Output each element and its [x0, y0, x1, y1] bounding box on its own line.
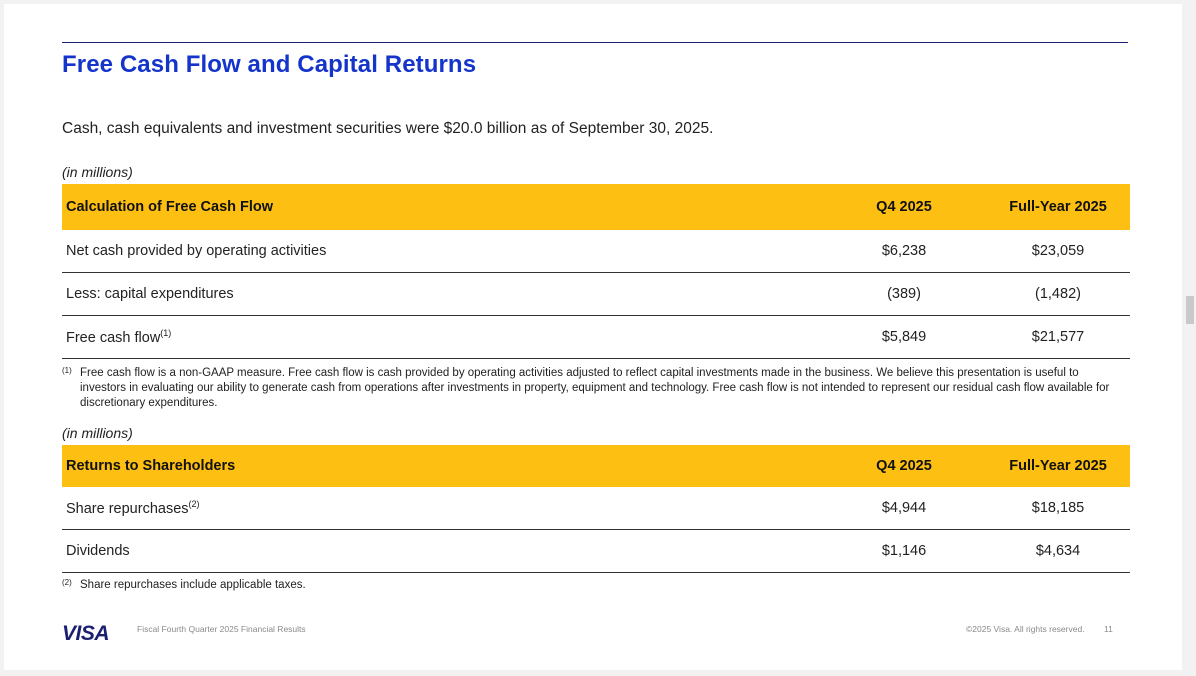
row-fy-value: $18,185 — [1031, 500, 1085, 516]
row-q4-value: $1,146 — [881, 543, 927, 559]
page-title: Free Cash Flow and Capital Returns — [62, 51, 477, 78]
scrollbar-thumb[interactable] — [1186, 296, 1194, 324]
row-fy-value: $4,634 — [1035, 543, 1081, 559]
returns-header-q4: Q4 2025 — [876, 458, 932, 474]
row-q4-value: (389) — [887, 286, 921, 302]
row-fy-value: (1,482) — [1035, 286, 1081, 302]
fcf-table: Calculation of Free Cash Flow Q4 2025 Fu… — [62, 184, 1130, 359]
returns-table: Returns to Shareholders Q4 2025 Full-Yea… — [62, 445, 1130, 573]
footnote-2-text: Share repurchases include applicable tax… — [80, 579, 306, 591]
row-label: Less: capital expenditures — [66, 286, 234, 302]
row-label: Free cash flow(1) — [66, 328, 172, 346]
returns-table-header: Returns to Shareholders Q4 2025 Full-Yea… — [62, 445, 1130, 487]
footnote-ref-1: (1) — [160, 328, 172, 338]
row-fy-value: $23,059 — [1031, 243, 1085, 259]
fcf-header-fy: Full-Year 2025 — [1009, 199, 1107, 215]
row-q4-value: $6,238 — [881, 243, 927, 259]
footnote-1: (1) Free cash flow is a non-GAAP measure… — [62, 366, 1122, 411]
visa-logo: VISA — [62, 622, 110, 645]
units-label-fcf: (in millions) — [62, 164, 133, 180]
returns-header-fy: Full-Year 2025 — [1009, 458, 1107, 474]
footnote-2-mark: (2) — [62, 578, 72, 587]
returns-header-label: Returns to Shareholders — [66, 458, 236, 474]
footnote-1-text: Free cash flow is a non-GAAP measure. Fr… — [80, 367, 1110, 409]
footer-title: Fiscal Fourth Quarter 2025 Financial Res… — [137, 624, 306, 634]
row-fy-value: $21,577 — [1031, 329, 1085, 345]
vertical-scrollbar[interactable] — [1182, 0, 1196, 676]
units-label-returns: (in millions) — [62, 425, 133, 441]
page-number: 11 — [1104, 624, 1113, 634]
slide: Free Cash Flow and Capital Returns Cash,… — [4, 4, 1182, 670]
row-label: Net cash provided by operating activitie… — [66, 243, 327, 259]
footer-copyright: ©2025 Visa. All rights reserved. — [966, 624, 1085, 634]
fcf-table-header: Calculation of Free Cash Flow Q4 2025 Fu… — [62, 184, 1130, 230]
fcf-header-label: Calculation of Free Cash Flow — [66, 199, 274, 215]
row-label: Dividends — [66, 543, 130, 559]
title-rule — [62, 42, 1128, 43]
footnote-1-mark: (1) — [62, 366, 72, 375]
table-row: Less: capital expenditures (389) (1,482) — [62, 273, 1130, 316]
footnote-ref-2: (2) — [188, 499, 200, 509]
footnote-2: (2) Share repurchases include applicable… — [62, 578, 1122, 593]
row-q4-value: $5,849 — [881, 329, 927, 345]
table-row: Net cash provided by operating activitie… — [62, 230, 1130, 273]
intro-text: Cash, cash equivalents and investment se… — [62, 120, 714, 137]
fcf-header-q4: Q4 2025 — [876, 199, 932, 215]
table-row: Share repurchases(2) $4,944 $18,185 — [62, 487, 1130, 530]
table-row: Dividends $1,146 $4,634 — [62, 530, 1130, 573]
table-row: Free cash flow(1) $5,849 $21,577 — [62, 316, 1130, 359]
row-q4-value: $4,944 — [881, 500, 927, 516]
row-label: Share repurchases(2) — [66, 499, 200, 517]
